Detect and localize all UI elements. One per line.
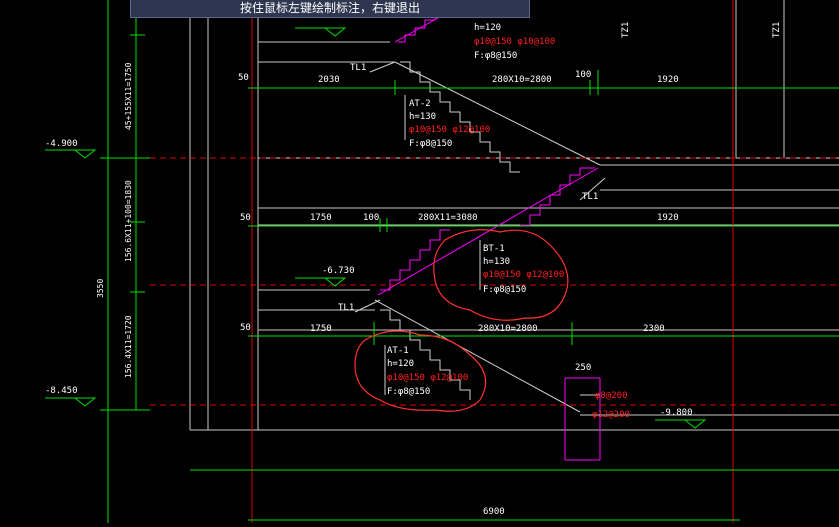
row1-c: 280X10=2800 — [492, 75, 552, 85]
bt1-rebar: φ10@150 φ12@100 — [483, 270, 564, 280]
cad-drawing-canvas[interactable]: -4.900 -6.730 -8.450 -9.800 45+155X11=17… — [0, 0, 839, 523]
at2-rebar: φ10@150 φ12@100 — [409, 125, 490, 135]
left-dim-d2: 156.6X11+100=1830 — [124, 180, 133, 262]
at2-h: h=130 — [409, 112, 436, 122]
tz-label-1: TZ1 — [621, 22, 631, 38]
elevation-e3: -8.450 — [45, 386, 78, 396]
row1-d: 100 — [575, 70, 591, 80]
at2-name: AT-2 — [409, 99, 431, 109]
row1-b: 2030 — [318, 75, 340, 85]
tz-label-2: TZ1 — [772, 22, 782, 38]
bottom-dim: 6900 — [483, 507, 505, 517]
row1-a: 50 — [238, 73, 249, 83]
at1-h: h=120 — [387, 359, 414, 369]
revision-clouds — [354, 229, 569, 412]
column-width: 250 — [575, 363, 591, 373]
left-dim-d1: 45+155X11=1750 — [124, 62, 133, 130]
top-stair-rebar: φ10@150 φ10@100 — [474, 37, 555, 47]
top-stair-f: F:φ8@150 — [474, 51, 517, 61]
at1-name: AT-1 — [387, 346, 409, 356]
top-stair-h: h=120 — [474, 23, 501, 33]
left-dim-d3: 3550 — [96, 279, 105, 298]
command-tooltip: 按住鼠标左键绘制标注，右键退出 — [130, 0, 530, 18]
column-rebar-1: φ8@200 — [595, 391, 628, 401]
bt1-f: F:φ8@150 — [483, 285, 526, 295]
row3-c: 280X10=2800 — [478, 324, 538, 334]
tl-label-1: TL1 — [350, 63, 366, 73]
row3-d: 2300 — [643, 324, 665, 334]
at1-rebar: φ10@150 φ12@100 — [387, 373, 468, 383]
left-dim-d4: 156.4X11=1720 — [124, 315, 133, 378]
bt1-name: BT-1 — [483, 244, 505, 254]
row2-c: 100 — [363, 213, 379, 223]
elevation-e1: -4.900 — [45, 139, 78, 149]
row2-a: 50 — [240, 213, 251, 223]
bt1-h: h=130 — [483, 257, 510, 267]
row3-a: 50 — [240, 323, 251, 333]
column-rebar-2: φ12@200 — [592, 410, 630, 420]
level-lines — [150, 157, 839, 406]
row1-e: 1920 — [657, 75, 679, 85]
row2-b: 1750 — [310, 213, 332, 223]
structure-outline — [189, 0, 839, 431]
row2-e: 1920 — [657, 213, 679, 223]
dimension-lines — [100, 0, 839, 523]
at2-f: F:φ8@150 — [409, 139, 452, 149]
tl-label-3: TL1 — [338, 303, 354, 313]
row3-b: 1750 — [310, 324, 332, 334]
row2-d: 280X11=3080 — [418, 213, 478, 223]
tl-label-2: TL1 — [582, 192, 598, 202]
elevation-e2: -6.730 — [322, 266, 355, 276]
at1-f: F:φ8@150 — [387, 387, 430, 397]
elevation-e4: -9.800 — [660, 408, 693, 418]
